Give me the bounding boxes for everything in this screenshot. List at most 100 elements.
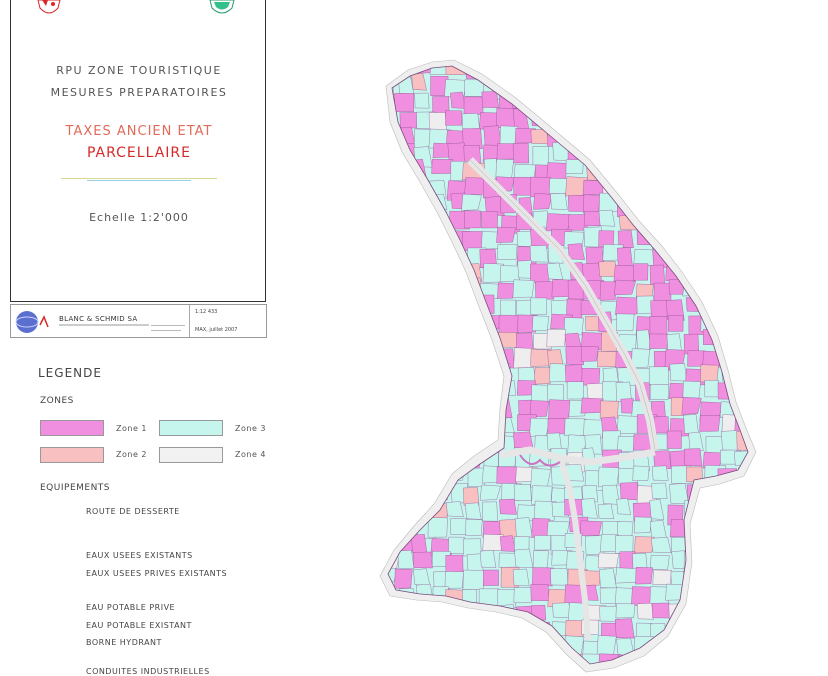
parcel xyxy=(653,109,670,127)
parcel xyxy=(533,551,548,568)
parcel xyxy=(621,125,640,140)
parcel xyxy=(756,77,772,95)
parcel xyxy=(683,602,703,617)
parcel xyxy=(633,92,647,108)
parcel xyxy=(735,519,754,536)
parcel xyxy=(650,93,665,110)
parcel xyxy=(535,535,551,550)
parcel xyxy=(617,247,632,266)
parcel xyxy=(598,504,614,519)
parcel xyxy=(615,619,634,639)
parcel xyxy=(616,143,633,161)
parcel xyxy=(722,94,737,113)
parcel xyxy=(702,551,718,570)
parcel xyxy=(377,433,395,449)
parcel xyxy=(513,280,534,298)
parcel xyxy=(496,62,511,81)
parcel xyxy=(377,334,399,353)
parcel xyxy=(398,316,415,334)
parcel xyxy=(721,278,743,293)
parcel xyxy=(415,93,430,108)
parcel xyxy=(382,215,401,232)
parcel xyxy=(720,56,736,74)
parcel xyxy=(550,568,568,585)
parcel xyxy=(735,213,752,227)
parcel xyxy=(651,537,671,553)
parcel xyxy=(514,177,533,195)
parcel xyxy=(739,622,754,642)
parcel xyxy=(449,280,468,299)
parcel xyxy=(686,669,703,675)
parcel xyxy=(394,654,409,673)
parcel xyxy=(756,330,772,347)
parcel xyxy=(497,467,518,484)
parcel xyxy=(446,449,464,464)
parcel xyxy=(413,641,436,656)
parcel xyxy=(416,366,435,381)
parcel xyxy=(535,653,550,672)
parcel xyxy=(446,401,461,416)
parcel xyxy=(602,75,622,92)
parcel xyxy=(381,502,399,520)
parcel xyxy=(565,365,583,383)
parcel xyxy=(737,586,762,606)
parcel xyxy=(533,193,552,209)
parcel xyxy=(754,432,771,451)
parcel xyxy=(429,297,447,317)
parcel xyxy=(666,129,683,149)
parcel xyxy=(499,499,516,514)
parcel xyxy=(411,330,429,350)
parcel xyxy=(433,398,448,416)
parcel xyxy=(397,211,413,230)
parcel xyxy=(379,465,397,483)
parcel xyxy=(735,164,756,179)
parcel xyxy=(754,569,776,586)
parcel xyxy=(581,62,605,82)
parcel xyxy=(615,536,633,554)
parcel xyxy=(754,159,770,178)
parcel xyxy=(497,143,515,159)
parcel xyxy=(445,623,464,641)
parcel xyxy=(533,146,549,166)
parcel xyxy=(517,656,536,675)
parcel xyxy=(513,638,534,652)
parcel xyxy=(446,315,461,335)
parcel xyxy=(651,127,673,146)
parcel xyxy=(688,587,705,603)
parcel xyxy=(616,75,633,91)
parcel xyxy=(620,482,639,499)
parcel xyxy=(736,147,757,167)
parcel xyxy=(717,551,734,567)
parcel xyxy=(380,384,403,399)
parcel xyxy=(686,215,703,232)
parcel xyxy=(410,348,431,364)
parcel xyxy=(733,535,751,551)
parcel xyxy=(739,90,755,107)
parcel xyxy=(379,399,401,417)
parcel xyxy=(431,653,449,673)
parcel xyxy=(566,346,584,365)
parcel xyxy=(751,368,773,384)
parcel xyxy=(649,367,668,385)
parcel xyxy=(397,384,419,404)
parcel xyxy=(377,448,397,463)
parcel xyxy=(446,418,461,437)
parcel xyxy=(531,298,547,315)
parcel xyxy=(569,671,587,675)
parcel xyxy=(634,264,649,281)
parcel xyxy=(431,278,447,297)
parcel xyxy=(584,93,601,113)
parcel xyxy=(652,483,667,499)
parcel xyxy=(703,127,722,145)
parcel xyxy=(650,316,667,335)
parcel xyxy=(547,91,570,112)
parcel xyxy=(719,316,738,331)
parcel xyxy=(569,110,591,128)
parcel xyxy=(667,670,689,675)
parcel xyxy=(688,179,708,199)
parcel xyxy=(415,620,439,638)
parcel xyxy=(552,603,571,618)
parcel xyxy=(432,385,450,403)
parcel xyxy=(687,61,702,81)
parcel xyxy=(735,484,752,502)
